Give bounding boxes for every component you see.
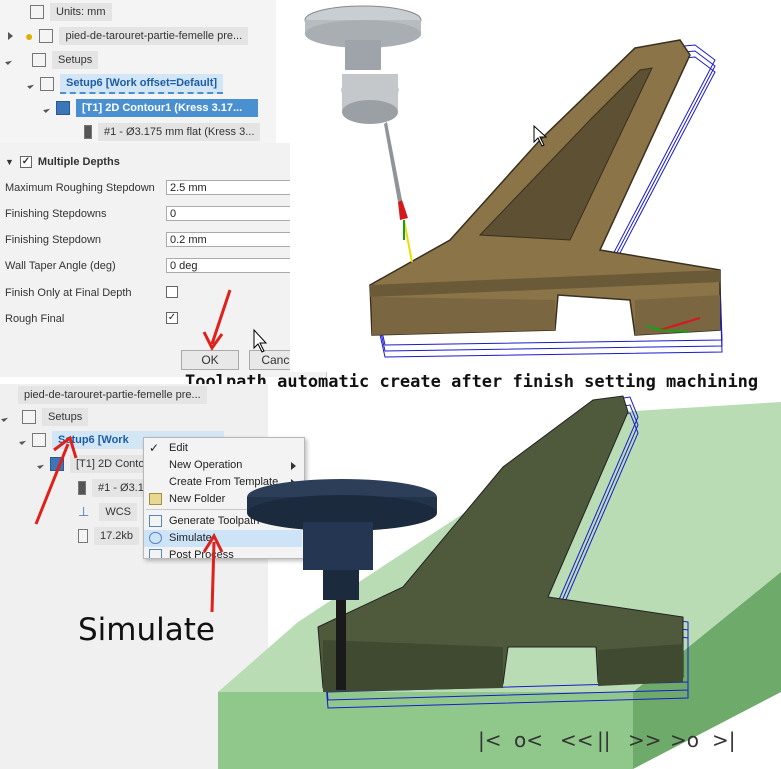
units-row[interactable]: Units: mm bbox=[30, 2, 112, 22]
collapse-icon[interactable] bbox=[43, 103, 53, 113]
rewind-button[interactable]: << bbox=[560, 728, 594, 752]
setups-label: Setups bbox=[52, 51, 99, 69]
document-label: pied-de-tarouret-partie-femelle pre... bbox=[18, 386, 207, 404]
expand-icon[interactable] bbox=[8, 32, 13, 40]
pause-button[interactable]: || bbox=[597, 728, 610, 752]
param-label: Finishing Stepdowns bbox=[5, 208, 107, 220]
last-button[interactable]: >| bbox=[712, 728, 736, 752]
next-operation-button[interactable]: >o bbox=[670, 728, 699, 752]
wall-taper-angle-input[interactable]: 0 deg bbox=[166, 258, 300, 273]
collapse-icon[interactable] bbox=[19, 435, 29, 445]
setups-folder-icon bbox=[32, 53, 46, 67]
setups-row[interactable]: Setups bbox=[1, 407, 89, 427]
param-label: Finish Only at Final Depth bbox=[5, 287, 132, 299]
tool-label: #1 - Ø3.175 mm flat (Kress 3... bbox=[98, 123, 261, 141]
setup-row[interactable]: Setup6 [Work offset=Default] bbox=[27, 74, 224, 94]
browser-tree-top: Units: mm ● pied-de-tarouret-partie-feme… bbox=[0, 0, 276, 143]
setups-row[interactable]: Setups bbox=[5, 50, 99, 70]
simulation-viewport[interactable] bbox=[218, 392, 781, 769]
toolpath-viewport-top[interactable] bbox=[290, 0, 781, 372]
collapse-icon[interactable]: ▼ bbox=[5, 157, 14, 167]
units-icon bbox=[30, 5, 44, 19]
document-row[interactable]: ● pied-de-tarouret-partie-femelle pre... bbox=[8, 26, 249, 46]
section-header[interactable]: ▼ ✓ Multiple Depths bbox=[5, 153, 120, 171]
document-label: pied-de-tarouret-partie-femelle pre... bbox=[59, 27, 249, 45]
operation-label: [T1] 2D Contour1 (Kress 3.17... bbox=[76, 99, 258, 117]
units-label: Units: mm bbox=[50, 3, 112, 21]
multiple-depths-checkbox[interactable]: ✓ bbox=[19, 156, 32, 168]
tool-row[interactable]: #1 - Ø3.175 mm flat (Kress 3... bbox=[84, 122, 261, 142]
finish-only-checkbox[interactable] bbox=[166, 286, 178, 298]
collapse-icon[interactable] bbox=[1, 412, 11, 422]
annotation-arrows-simulate bbox=[34, 435, 224, 613]
previous-operation-button[interactable]: o< bbox=[514, 728, 543, 752]
param-label: Finishing Stepdown bbox=[5, 234, 102, 246]
finishing-stepdown-input[interactable]: 0.2 mm bbox=[166, 232, 300, 247]
simulation-player-controls: |< o< << || >> >o >| bbox=[478, 728, 738, 758]
setups-folder-icon bbox=[22, 410, 36, 424]
setup-icon bbox=[40, 77, 54, 91]
section-label: Multiple Depths bbox=[37, 156, 120, 168]
finishing-stepdowns-input[interactable]: 0 bbox=[166, 206, 300, 221]
document-row[interactable]: pied-de-tarouret-partie-femelle pre... bbox=[0, 385, 207, 405]
setup-label: Setup6 [Work offset=Default] bbox=[60, 74, 224, 94]
param-label: Rough Final bbox=[5, 313, 65, 325]
multiple-depths-panel: ▼ ✓ Multiple Depths Maximum Roughing Ste… bbox=[0, 143, 327, 377]
rough-final-checkbox[interactable]: ✓ bbox=[166, 312, 178, 324]
contour-operation-icon bbox=[56, 101, 70, 115]
collapse-icon[interactable] bbox=[27, 79, 37, 89]
collapse-icon[interactable] bbox=[5, 55, 15, 65]
lightbulb-icon[interactable]: ● bbox=[25, 28, 33, 44]
caption-simulate: Simulate bbox=[78, 612, 215, 648]
max-roughing-stepdown-input[interactable]: 2.5 mm bbox=[166, 180, 300, 195]
annotation-arrow-ok bbox=[202, 289, 268, 353]
param-label: Maximum Roughing Stepdown bbox=[5, 182, 155, 194]
param-label: Wall Taper Angle (deg) bbox=[5, 260, 116, 272]
component-icon bbox=[39, 29, 54, 43]
forward-button[interactable]: >> bbox=[628, 728, 662, 752]
tool-icon bbox=[84, 125, 92, 139]
setups-label: Setups bbox=[42, 408, 89, 426]
operation-row[interactable]: [T1] 2D Contour1 (Kress 3.17... bbox=[43, 98, 258, 118]
first-button[interactable]: |< bbox=[478, 728, 502, 752]
caption-toolpath-created: Toolpath automatic create after finish s… bbox=[185, 372, 759, 392]
